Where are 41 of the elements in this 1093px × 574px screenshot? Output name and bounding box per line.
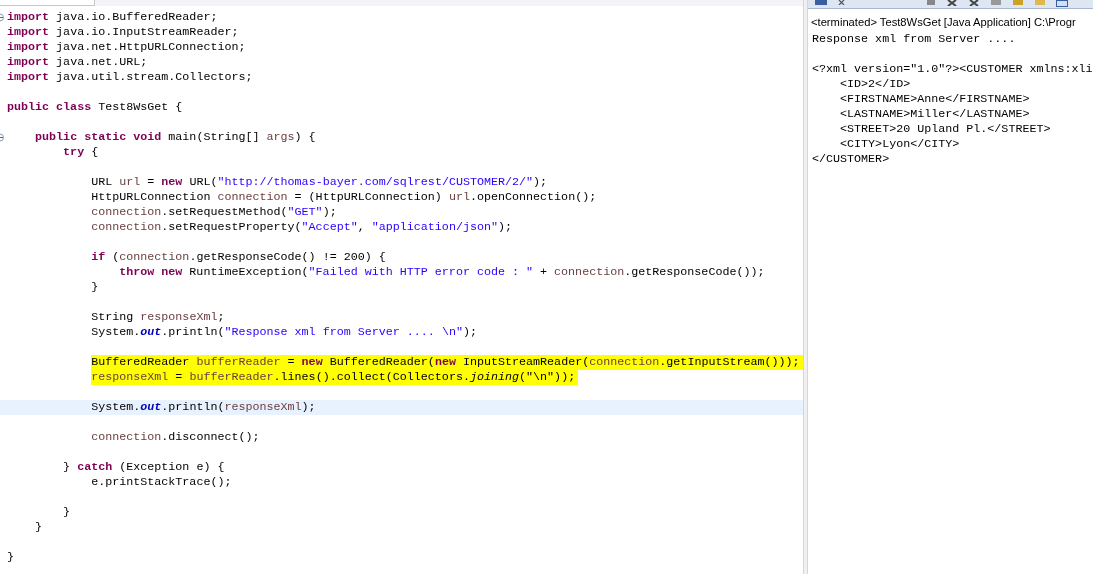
- console-line: <FIRSTNAME>Anne</FIRSTNAME>: [839, 92, 1031, 107]
- console-line: <STREET>20 Upland Pl.</STREET>: [839, 122, 1052, 137]
- code-line: connection.setRequestMethod("GET");: [91, 205, 337, 220]
- code-line: import java.io.InputStreamReader;: [7, 25, 239, 40]
- code-line: }: [63, 505, 71, 520]
- console-line: <?xml version="1.0"?><CUSTOMER xmlns:xli: [812, 62, 1093, 77]
- console-line: <CITY>Lyon</CITY>: [839, 137, 961, 152]
- code-line: throw new RuntimeException("Failed with HTTP error code : " + connection.getResponseCode());: [119, 265, 765, 280]
- code-line: System.out.println(responseXml);: [91, 400, 316, 415]
- console-line: <LASTNAME>Miller</LASTNAME>: [839, 107, 1031, 122]
- console-line: <ID>2</ID>: [839, 77, 912, 92]
- cross-icon[interactable]: [968, 0, 980, 6]
- square-icon[interactable]: [926, 0, 936, 6]
- code-line: connection.disconnect();: [91, 430, 260, 445]
- code-line: try {: [63, 145, 99, 160]
- code-line: HttpURLConnection connection = (HttpURLConnection) url.openConnection();: [91, 190, 597, 205]
- code-line: import java.net.HttpURLConnection;: [7, 40, 246, 55]
- code-line: URL url = new URL("http://thomas-bayer.com/sqlrest/CUSTOMER/2/");: [91, 175, 548, 190]
- code-line: if (connection.getResponseCode() != 200) {: [91, 250, 386, 265]
- code-line: String responseXml;: [91, 310, 225, 325]
- monitor-icon[interactable]: [814, 0, 828, 6]
- code-line: connection.setRequestProperty("Accept", "application/json");: [91, 220, 512, 235]
- console-status: <terminated> Test8WsGet [Java Application] C:\Progr: [810, 15, 1077, 30]
- cross-icon[interactable]: [946, 0, 958, 6]
- collapse-icon[interactable]: [0, 133, 6, 142]
- code-line: import java.net.URL;: [7, 55, 148, 70]
- monitor-icon[interactable]: [1056, 0, 1068, 7]
- code-line: } catch (Exception e) {: [63, 460, 225, 475]
- code-line: e.printStackTrace();: [91, 475, 232, 490]
- code-line: }: [91, 280, 99, 295]
- code-line: }: [7, 550, 14, 565]
- console-line: Response xml from Server ....: [812, 32, 1017, 47]
- code-line: public static void main(String[] args) {: [35, 130, 316, 145]
- code-line: import java.io.BufferedReader;: [7, 10, 218, 25]
- code-line: import java.util.stream.Collectors;: [7, 70, 253, 85]
- code-line: System.out.println("Response xml from Server .... \n");: [91, 325, 477, 340]
- code-line: }: [35, 520, 43, 535]
- close-icon[interactable]: [838, 0, 846, 5]
- collapse-icon[interactable]: [0, 13, 6, 22]
- console-line: </CUSTOMER>: [812, 152, 891, 167]
- code-line: public class Test8WsGet {: [7, 100, 183, 115]
